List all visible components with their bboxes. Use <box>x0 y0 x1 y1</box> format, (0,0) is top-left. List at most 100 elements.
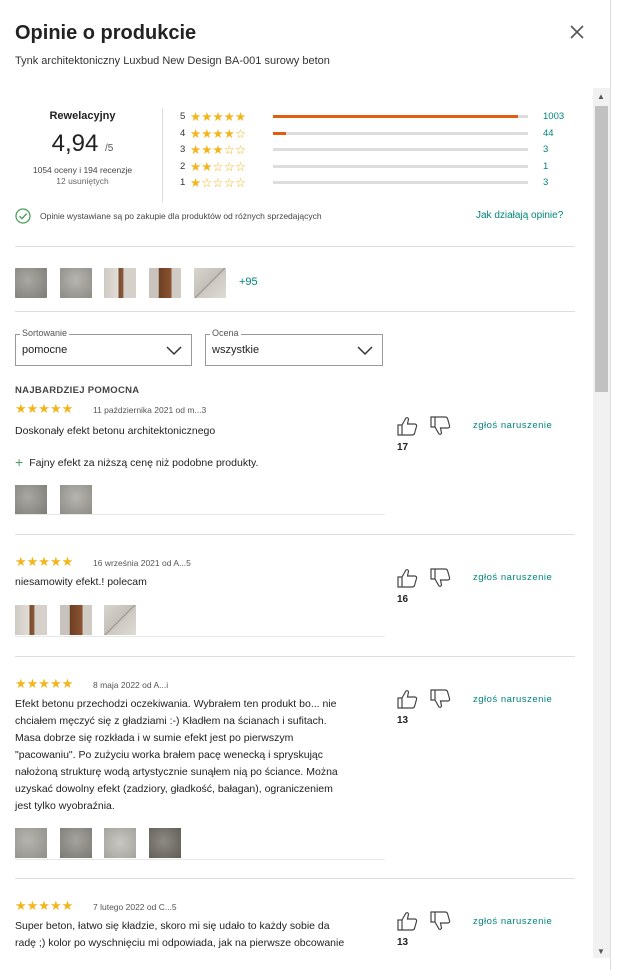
distribution-row-2[interactable]: 2 ★★☆☆☆ 1 <box>180 160 580 177</box>
report-link[interactable]: zgłoś naruszenie <box>473 420 552 431</box>
distribution-bar <box>273 181 528 184</box>
review-text-line: nałożoną strukturę wodą artystycznie sun… <box>15 766 338 778</box>
review-photo[interactable] <box>60 828 92 858</box>
scrollbar-thumb[interactable] <box>595 106 608 392</box>
gallery-photo[interactable] <box>194 268 226 298</box>
thumbs-down-icon[interactable] <box>429 689 451 709</box>
review-text: niesamowity efekt.! polecam <box>15 576 147 588</box>
scroll-down-icon[interactable]: ▼ <box>597 947 605 956</box>
rating-summary: Rewelacyjny 4,94 /5 1054 oceny i 194 rec… <box>15 110 150 186</box>
rating-counts: 1054 oceny i 194 recenzje <box>32 165 133 175</box>
divider <box>15 878 575 879</box>
star-rating-icon: ★★★★☆ <box>190 126 247 141</box>
distribution-bar <box>273 164 528 168</box>
scroll-up-icon[interactable]: ▲ <box>597 92 605 101</box>
thumbs-down-icon[interactable] <box>429 911 451 931</box>
report-link[interactable]: zgłoś naruszenie <box>473 916 552 927</box>
helpful-count: 13 <box>397 937 409 948</box>
review-text-line: jest tylko wyobraźnia. <box>15 800 115 812</box>
review-photo[interactable] <box>15 828 47 858</box>
sort-select[interactable]: Sortowanie pomocne <box>15 328 192 366</box>
check-circle-icon <box>15 208 31 224</box>
review-text: Efekt betonu przechodzi oczekiwania. Wyb… <box>15 696 338 815</box>
distribution-count[interactable]: 44 <box>543 128 554 139</box>
review-stars-icon: ★★★★★ <box>15 554 74 569</box>
distribution-row-5[interactable]: 5 ★★★★★ 1003 <box>180 110 580 127</box>
thumbs-down-icon[interactable] <box>429 568 451 588</box>
review-date: 11 października 2021 od m...3 <box>93 405 207 415</box>
gallery-photo[interactable] <box>149 268 181 298</box>
review-separator <box>15 859 385 860</box>
distribution-bar-fill <box>273 131 286 135</box>
review-text: Doskonały efekt betonu architektoniczneg… <box>15 425 216 437</box>
review-text-line: radę ;) kolor po wyschnięciu mi odpowiad… <box>15 937 345 949</box>
review-separator <box>15 636 385 637</box>
review-photo[interactable] <box>149 828 181 858</box>
review-photo[interactable] <box>104 828 136 858</box>
star-rating-icon: ★★★★★ <box>190 110 247 124</box>
distribution-row-1[interactable]: 1 ★☆☆☆☆ 3 <box>180 176 580 193</box>
review-item: ★★★★★ 16 września 2021 od A...5 niesamow… <box>15 554 575 654</box>
divider <box>15 246 575 247</box>
review-date: 16 września 2021 od A...5 <box>93 558 191 568</box>
report-link[interactable]: zgłoś naruszenie <box>473 694 552 705</box>
review-text-line: Super beton, łatwo się kładzie, skoro mi… <box>15 920 330 932</box>
distribution-bar <box>273 148 528 151</box>
scrollbar[interactable]: ▲ ▼ <box>593 88 610 958</box>
distribution-count[interactable]: 1 <box>543 161 548 172</box>
rating-select-label: Ocena <box>210 328 241 338</box>
star-rating-icon: ★★★☆☆ <box>190 143 247 157</box>
report-link[interactable]: zgłoś naruszenie <box>473 572 552 583</box>
review-text-line: uzyskać dowolny efekt (zadziory, gładkoś… <box>15 783 333 795</box>
more-photos-link[interactable]: +95 <box>239 276 258 288</box>
chevron-down-icon <box>166 346 182 356</box>
gallery-photo[interactable] <box>15 268 47 298</box>
distribution-count[interactable]: 1003 <box>543 111 564 122</box>
removed-count: 12 usuniętych <box>56 176 109 186</box>
review-photo[interactable] <box>104 605 136 635</box>
review-item: ★★★★★ 8 maja 2022 od A...i Efekt betonu … <box>15 676 575 876</box>
review-pro-text: Fajny efekt za niższą cenę niż podobne p… <box>29 457 259 469</box>
thumbs-down-icon[interactable] <box>429 416 451 436</box>
review-stars-icon: ★★★★★ <box>15 676 74 691</box>
distribution-stars-label: 1 <box>180 177 186 188</box>
review-text-line: "pacowaniu". Po zużyciu worka brałem pac… <box>15 749 324 761</box>
sort-select-label: Sortowanie <box>20 328 70 338</box>
review-photo[interactable] <box>60 605 92 635</box>
review-pro: + Fajny efekt za niższą cenę niż podobne … <box>15 453 259 470</box>
review-photo[interactable] <box>15 485 47 515</box>
distribution-stars-label: 2 <box>180 160 186 172</box>
review-text-line: chciałem męczyć się z gładziami :-) Kład… <box>15 715 327 727</box>
review-item: ★★★★★ 7 lutego 2022 od C...5 Super beton… <box>15 898 575 970</box>
score-value: 4,94 <box>51 130 99 157</box>
dialog-title: Opinie o produkcie <box>15 22 197 44</box>
review-stars-icon: ★★★★★ <box>15 401 74 416</box>
distribution-bar-fill <box>273 115 518 118</box>
distribution-count[interactable]: 3 <box>543 144 548 155</box>
distribution-count[interactable]: 3 <box>543 177 548 188</box>
how-reviews-work-link[interactable]: Jak działają opinie? <box>476 210 563 221</box>
rating-select[interactable]: Ocena wszystkie <box>205 328 383 366</box>
gallery-photo[interactable] <box>104 268 136 298</box>
review-text: Super beton, łatwo się kładzie, skoro mi… <box>15 918 344 952</box>
thumbs-up-icon[interactable] <box>396 568 418 588</box>
thumbs-up-icon[interactable] <box>396 416 418 436</box>
gallery-photo[interactable] <box>60 268 92 298</box>
reviews-dialog: Opinie o produkcie Tynk architektoniczny… <box>0 0 611 970</box>
distribution-row-3[interactable]: 3 ★★★☆☆ 3 <box>180 143 580 160</box>
review-photo[interactable] <box>15 605 47 635</box>
thumbs-up-icon[interactable] <box>396 911 418 931</box>
close-icon[interactable] <box>567 22 587 42</box>
star-rating-icon: ★★☆☆☆ <box>190 159 247 174</box>
review-stars-icon: ★★★★★ <box>15 898 74 913</box>
distribution-row-4[interactable]: 4 ★★★★☆ 44 <box>180 127 580 144</box>
helpful-count: 16 <box>397 594 409 605</box>
distribution-bar <box>273 131 528 135</box>
review-date: 8 maja 2022 od A...i <box>93 680 169 690</box>
review-photo[interactable] <box>60 485 92 515</box>
review-date: 7 lutego 2022 od C...5 <box>93 902 177 912</box>
review-separator <box>15 514 385 515</box>
thumbs-up-icon[interactable] <box>396 689 418 709</box>
rating-distribution: 5 ★★★★★ 1003 4 ★★★★☆ 44 3 ★★★☆☆ 3 2 ★★☆☆… <box>180 110 580 193</box>
review-text-line: Masa dobrze się rozkłada i w sumie efekt… <box>15 732 294 744</box>
